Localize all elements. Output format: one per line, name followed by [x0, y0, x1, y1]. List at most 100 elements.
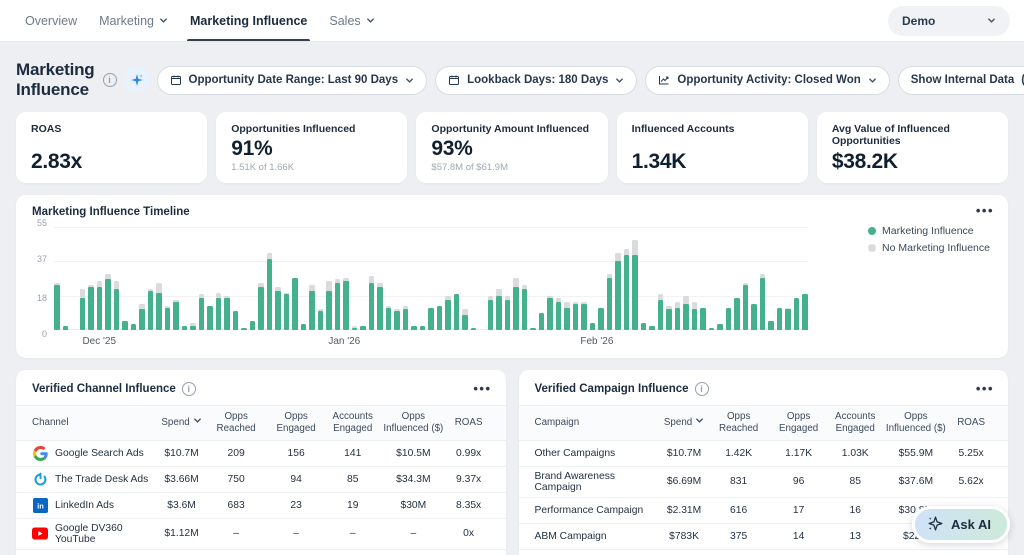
nav-tab-marketing[interactable]: Marketing [88, 0, 179, 41]
table-cell: $783K [659, 527, 709, 546]
stacked-bar [547, 227, 553, 330]
info-icon[interactable]: i [695, 382, 709, 396]
legend-dot-icon [868, 227, 876, 235]
table-cell: 85 [326, 470, 379, 489]
stacked-bar [309, 227, 315, 330]
table-cell: $10.5M [379, 444, 448, 463]
chart-bars [54, 227, 808, 330]
stacked-bar [581, 227, 587, 330]
column-header-opps-engaged[interactable]: Opps Engaged [768, 406, 829, 440]
nav-tab-sales[interactable]: Sales [318, 0, 385, 41]
stacked-bar [505, 227, 511, 330]
column-header-accounts-engaged[interactable]: Accounts Engaged [326, 406, 379, 440]
ai-sparkle-icon[interactable] [125, 68, 149, 92]
column-header-channel[interactable]: Channel [32, 412, 157, 434]
table-cell: 141 [326, 444, 379, 463]
table-cell: 16 [829, 501, 882, 520]
row-name-cell: fFacebook Ads [32, 550, 157, 555]
column-header-spend[interactable]: Spend [157, 411, 207, 434]
stacked-bar [105, 227, 111, 330]
ask-ai-button[interactable]: Ask AI [912, 506, 1010, 543]
table-cell: – [207, 524, 266, 543]
row-name-cell: Brand Awareness Campaign [535, 467, 660, 497]
account-selector[interactable]: Demo [888, 6, 1010, 36]
chart-legend: Marketing Influence No Marketing Influenc… [868, 225, 990, 254]
table-cell: 156 [266, 444, 327, 463]
table-cell: $55.9M [881, 444, 950, 463]
chart-x-axis-labels: Dec '25Jan '26Feb '26 [54, 336, 808, 350]
row-name-label: Brand Awareness Campaign [535, 471, 658, 493]
column-header-accounts-engaged[interactable]: Accounts Engaged [829, 406, 882, 440]
stacked-bar [80, 227, 86, 330]
column-header-opps-influenced-[interactable]: Opps Influenced ($) [379, 406, 448, 440]
stacked-bar [734, 227, 740, 330]
stacked-bar [343, 227, 349, 330]
legend-item[interactable]: Marketing Influence [868, 225, 990, 237]
column-header-opps-influenced-[interactable]: Opps Influenced ($) [881, 406, 950, 440]
stacked-bar [522, 227, 528, 330]
kpi-value: 2.83x [31, 151, 192, 173]
stacked-bar [199, 227, 205, 330]
nav-tab-overview[interactable]: Overview [14, 0, 88, 41]
filter-chip[interactable]: Opportunity Activity: Closed Won [645, 66, 889, 95]
row-name-label: LinkedIn Ads [55, 500, 114, 511]
stacked-bar [777, 227, 783, 330]
column-header-label: Opps Engaged [770, 411, 827, 435]
column-header-campaign[interactable]: Campaign [535, 412, 660, 434]
table-row: inLinkedIn Ads$3.6M6832319$30M8.35x [16, 493, 506, 519]
stacked-bar [539, 227, 545, 330]
more-options-icon[interactable]: ••• [976, 203, 994, 218]
filter-chip[interactable]: Opportunity Date Range: Last 90 Days [157, 66, 428, 95]
stacked-bar [658, 227, 664, 330]
channel-table-title: Verified Channel Influence [32, 383, 176, 395]
info-icon[interactable]: i [182, 382, 196, 396]
stacked-bar [479, 227, 485, 330]
stacked-bar [326, 227, 332, 330]
table-row: Other Campaigns$10.7M1.42K1.17K1.03K$55.… [519, 441, 1009, 467]
stacked-bar [590, 227, 596, 330]
stacked-bar [97, 227, 103, 330]
filter-chip[interactable]: Show Internal Data(1)× [898, 66, 1024, 95]
column-header-opps-engaged[interactable]: Opps Engaged [266, 406, 327, 440]
stacked-bar [683, 227, 689, 330]
column-header-opps-reached[interactable]: Opps Reached [709, 406, 768, 440]
y-axis-tick: 55 [37, 218, 47, 228]
table-cell: 1.03K [829, 444, 882, 463]
chevron-down-icon [405, 76, 414, 85]
stacked-bar [615, 227, 621, 330]
table-row: Google DV360 YouTube$1.12M––––0x [16, 519, 506, 550]
column-header-roas[interactable]: ROAS [950, 412, 992, 434]
column-header-spend[interactable]: Spend [659, 411, 709, 434]
stacked-bar [352, 227, 358, 330]
table-cell: 1.42K [709, 444, 768, 463]
filter-chip[interactable]: Lookback Days: 180 Days [435, 66, 637, 95]
stacked-bar [207, 227, 213, 330]
column-header-opps-reached[interactable]: Opps Reached [207, 406, 266, 440]
stacked-bar [428, 227, 434, 330]
more-options-icon[interactable]: ••• [976, 381, 994, 396]
stacked-bar [700, 227, 706, 330]
stacked-bar [573, 227, 579, 330]
y-axis-tick: 18 [37, 293, 47, 303]
stacked-bar [335, 227, 341, 330]
table-cell: $10.7M [157, 444, 207, 463]
stacked-bar [794, 227, 800, 330]
chart-y-axis: 0183755 [30, 223, 50, 334]
stacked-bar [768, 227, 774, 330]
legend-item[interactable]: No Marketing Influence [868, 242, 990, 254]
stacked-bar [675, 227, 681, 330]
table-cell: 375 [709, 527, 768, 546]
chart-plot-area [54, 227, 808, 330]
column-header-roas[interactable]: ROAS [448, 412, 490, 434]
column-header-label: Spend [161, 417, 189, 429]
stacked-bar [743, 227, 749, 330]
stacked-bar [156, 227, 162, 330]
stacked-bar [122, 227, 128, 330]
nav-tab-marketing-influence[interactable]: Marketing Influence [179, 0, 318, 41]
more-options-icon[interactable]: ••• [473, 381, 491, 396]
y-axis-tick: 37 [37, 254, 47, 264]
table-cell: 1.17K [768, 444, 829, 463]
info-icon[interactable]: i [103, 73, 117, 87]
stacked-bar [624, 227, 630, 330]
column-header-label: Opps Reached [711, 411, 766, 435]
